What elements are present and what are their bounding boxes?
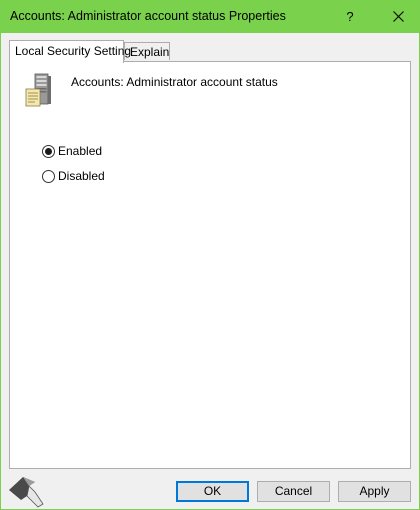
help-button[interactable]: ? [328, 0, 372, 33]
title-bar[interactable]: Accounts: Administrator account status P… [0, 0, 420, 33]
apply-button[interactable]: Apply [338, 481, 411, 502]
dialog-client-area: Local Security Setting Explain Accounts:… [1, 33, 419, 509]
properties-dialog: Accounts: Administrator account status P… [0, 0, 420, 510]
policy-title: Accounts: Administrator account status [71, 75, 278, 89]
server-policy-icon [25, 73, 51, 107]
tab-panel: Accounts: Administrator account status E… [9, 61, 411, 469]
window-title: Accounts: Administrator account status P… [10, 9, 286, 23]
close-button[interactable] [376, 0, 420, 33]
disabled-label[interactable]: Disabled [58, 169, 105, 183]
disabled-option[interactable]: Disabled [42, 168, 105, 184]
disabled-radio[interactable] [42, 169, 55, 183]
hammer-logo-icon [9, 477, 44, 508]
enabled-option[interactable]: Enabled [42, 143, 102, 159]
ok-button[interactable]: OK [176, 481, 249, 502]
help-icon: ? [346, 9, 354, 24]
cancel-button[interactable]: Cancel [257, 481, 330, 502]
close-icon [392, 11, 404, 22]
enabled-label[interactable]: Enabled [58, 144, 102, 158]
enabled-radio[interactable] [42, 144, 55, 158]
tab-local-security-setting[interactable]: Local Security Setting [9, 40, 131, 63]
